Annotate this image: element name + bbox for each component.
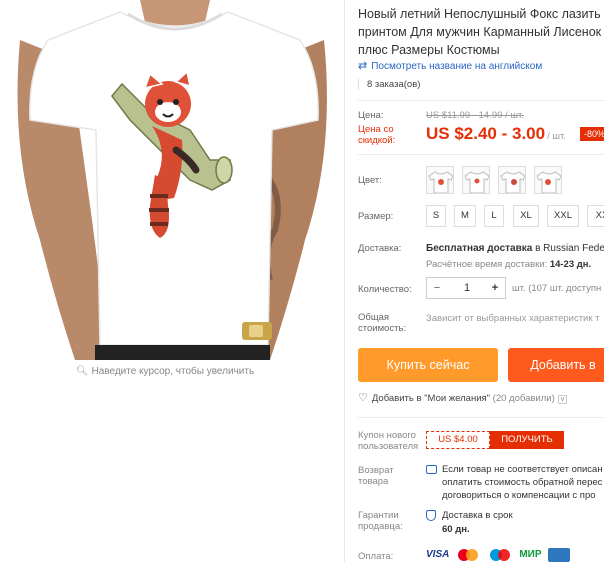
guarantee-label-line: продавца: [358, 521, 403, 532]
product-main-image[interactable] [0, 0, 344, 360]
tshirt-thumb-icon [464, 171, 489, 193]
price-label: Цена: [358, 110, 384, 121]
size-label: Размер: [358, 211, 394, 222]
add-to-wishlist[interactable]: ♡ Добавить в "Мои желания" (20 добавили) v [358, 391, 568, 404]
discount-price-label: Цена со скидкой: [358, 124, 395, 146]
size-option-xxxl[interactable]: XX [587, 205, 604, 227]
guarantee-text-line: Доставка в срок [442, 510, 513, 521]
price-unit: / шт. [547, 131, 566, 142]
product-title-line: Новый летний Непослушный Фокс лазить п [358, 7, 604, 21]
mastercard-icon [458, 549, 479, 561]
color-label: Цвет: [358, 175, 382, 186]
returns-text-line: оплатить стоимость обратной перес [442, 477, 603, 488]
shield-icon [426, 510, 436, 521]
divider [358, 100, 604, 101]
translate-icon: ⇄ [358, 60, 368, 72]
translate-link-text: Посмотреть название на английском [371, 61, 543, 72]
guarantee-label: Гарантии продавца: [358, 510, 403, 532]
amex-logo [547, 548, 570, 562]
delivery-time-label: Расчётное время доставки: [426, 259, 550, 270]
size-option-s[interactable]: S [426, 205, 446, 227]
returns-text: Если товар не соответствует описан оплат… [442, 463, 603, 502]
quantity-input[interactable]: 1 [447, 278, 487, 298]
maestro-logo [487, 548, 513, 562]
guarantee-days: 60 дн. [442, 524, 470, 535]
tshirt-thumb-icon [428, 171, 453, 193]
buy-now-button[interactable]: Купить сейчас [358, 348, 498, 382]
zoom-hint-text: Наведите курсор, чтобы увеличить [91, 366, 255, 377]
shipping-value[interactable]: Бесплатная доставка в Russian Feder [426, 243, 604, 254]
delivery-time: Расчётное время доставки: 14-23 дн. [426, 259, 591, 270]
returns-text-line: Если товар не соответствует описан [442, 464, 603, 475]
product-gallery: 🔍︎ Наведите курсор, чтобы увеличить [0, 0, 344, 562]
column-divider [344, 0, 345, 562]
coupon-value: US $4.00 [426, 431, 490, 449]
coupon-label-line: Купон нового [358, 430, 416, 441]
tshirt-thumb-icon [500, 171, 525, 193]
size-option-xxl[interactable]: XXL [547, 205, 579, 227]
tshirt-photo [17, 0, 327, 360]
heart-icon: ♡ [358, 392, 368, 404]
total-label-line: стоимость: [358, 323, 407, 334]
visa-logo: VISA [426, 549, 450, 560]
size-option-m[interactable]: M [454, 205, 476, 227]
magnifier-icon: 🔍︎ [75, 366, 89, 377]
get-coupon-button[interactable]: ПОЛУЧИТЬ [490, 431, 564, 449]
old-price: US $11.99 - 14.99 / шт. [426, 110, 524, 121]
product-title-line: принтом Для мужчин Карманный Лисенок д [358, 25, 604, 39]
wishlist-text: Добавить в "Мои желания" [371, 393, 491, 404]
total-label: Общая стоимость: [358, 312, 406, 334]
maestro-icon [490, 549, 511, 561]
quantity-label: Количество: [358, 284, 412, 295]
shipping-label: Доставка: [358, 243, 402, 254]
orders-count: 8 заказа(ов) [358, 79, 420, 90]
quantity-stepper: − 1 + [426, 277, 506, 299]
size-option-xl[interactable]: XL [513, 205, 539, 227]
total-label-line: Общая [358, 312, 390, 323]
color-swatch-4[interactable] [534, 166, 562, 194]
quantity-increase-button[interactable]: + [485, 278, 505, 298]
tshirt-thumb-icon [536, 171, 561, 193]
discount-badge: -80% [580, 127, 604, 141]
shipping-destination: в Russian Feder [532, 243, 604, 254]
divider [358, 154, 604, 155]
color-swatch-3[interactable] [498, 166, 526, 194]
product-title-line: плюс Размеры Костюмы [358, 43, 500, 57]
add-to-cart-button[interactable]: Добавить в [508, 348, 604, 382]
delivery-time-value: 14-23 дн. [549, 259, 592, 270]
discount-label-line: скидкой: [358, 135, 396, 146]
quantity-decrease-button[interactable]: − [427, 278, 447, 298]
amex-icon [547, 548, 570, 562]
product-title: Новый летний Непослушный Фокс лазить п п… [358, 5, 604, 59]
payment-label: Оплата: [358, 551, 394, 562]
total-value: Зависит от выбранных характеристик т [426, 313, 600, 324]
chevron-down-icon[interactable]: v [557, 395, 568, 404]
returns-label-line: товара [358, 476, 389, 487]
product-info: Новый летний Непослушный Фокс лазить п п… [358, 0, 604, 562]
mir-logo: МИР [519, 549, 542, 560]
wishlist-count: (20 добавили) [492, 393, 555, 404]
discount-price: US $2.40 - 3.00/ шт. [426, 124, 566, 144]
guarantee-text: Доставка в срок 60 дн. [442, 509, 513, 537]
color-swatch-1[interactable] [426, 166, 454, 194]
discount-label-line: Цена со [358, 124, 394, 135]
stock-available: шт. (107 шт. доступн [512, 283, 602, 294]
divider [358, 417, 604, 418]
returns-text-line: договориться о компенсации с про [442, 490, 596, 501]
mastercard-logo [455, 548, 481, 562]
coupon-label: Купон нового пользователя [358, 430, 418, 452]
guarantee-label-line: Гарантии [358, 510, 399, 521]
price-value: US $2.40 - 3.00 [426, 124, 546, 143]
coupon-label-line: пользователя [358, 441, 419, 452]
shipping-free: Бесплатная доставка [426, 243, 533, 254]
zoom-hint: 🔍︎ Наведите курсор, чтобы увеличить [0, 364, 330, 380]
translate-title-link[interactable]: ⇄ Посмотреть название на английском [358, 59, 542, 72]
size-option-l[interactable]: L [484, 205, 504, 227]
returns-label-line: Возврат [358, 465, 394, 476]
returns-label: Возврат товара [358, 465, 394, 487]
return-icon [426, 465, 437, 474]
payment-methods: VISA МИР [426, 548, 576, 562]
color-swatch-2[interactable] [462, 166, 490, 194]
